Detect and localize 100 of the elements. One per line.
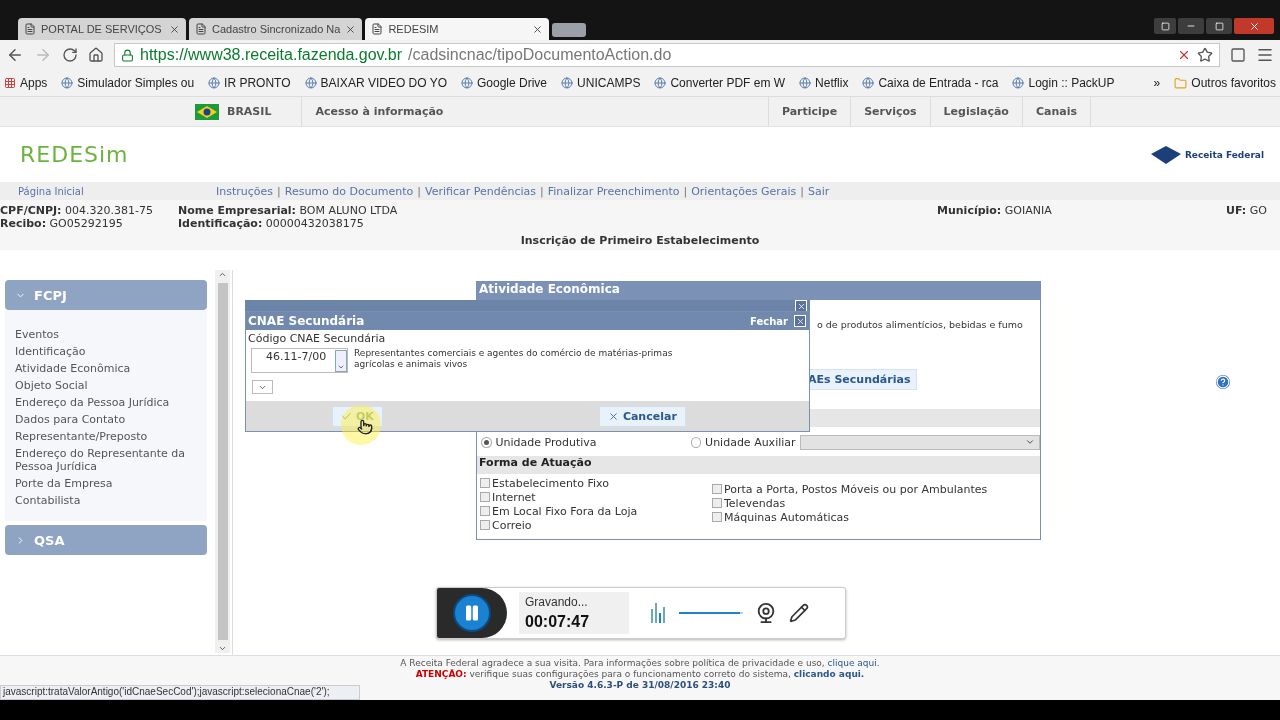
code-field[interactable]: 46.11-7/00 <box>251 348 348 373</box>
sidebar-item[interactable]: Objeto Social <box>5 377 207 394</box>
caret-icon <box>1025 437 1035 447</box>
close-button[interactable] <box>794 315 806 327</box>
pause-button[interactable] <box>453 594 491 632</box>
nav-link[interactable]: Instruções <box>216 184 274 198</box>
minimize-button[interactable] <box>1178 18 1204 34</box>
home-link[interactable]: Página Inicial <box>0 185 216 197</box>
reload-icon[interactable] <box>62 47 78 63</box>
close-icon[interactable] <box>532 23 544 35</box>
bookmark[interactable]: Caixa de Entrada - rca <box>862 76 999 90</box>
bookmark[interactable]: Google Drive <box>461 76 548 90</box>
gov-link[interactable]: Canais <box>1021 96 1090 127</box>
hand-cursor-icon <box>357 419 373 435</box>
pencil-icon[interactable] <box>789 603 809 623</box>
menu-icon[interactable] <box>1256 46 1274 64</box>
bookmark-folder[interactable]: Outros favoritos <box>1174 76 1276 90</box>
user-button[interactable] <box>1154 18 1176 34</box>
close-icon <box>1248 20 1260 32</box>
recording-time: 00:07:47 <box>525 613 591 631</box>
address-bar[interactable]: https://www38.receita.fazenda.gov.br /cadsincnac/tipoDocumentoAction.do <box>114 43 1220 67</box>
bookmark[interactable]: Simulador Simples ou <box>61 76 195 90</box>
footer-text: A Receita Federal agradece a sua visita. Para informações sobre política de privacidade e uso, clique aqui. <box>400 658 880 669</box>
nav-link[interactable]: Finalizar Preenchimento <box>547 184 680 198</box>
separator: | <box>417 184 421 198</box>
checkbox-label: Em Local Fixo Fora da Loja <box>492 504 638 518</box>
bookmark[interactable]: IR PRONTO <box>208 76 291 90</box>
nav-link[interactable]: Verificar Pendências <box>424 184 536 198</box>
section-title: Forma de Atuação <box>477 456 1040 474</box>
separator: | <box>277 184 281 198</box>
settings-link[interactable]: clicando aqui. <box>793 669 865 679</box>
nav-link[interactable]: Sair <box>808 184 830 198</box>
sidebar-item[interactable]: Contabilista <box>5 492 207 509</box>
home-icon[interactable] <box>88 47 104 63</box>
webcam-icon[interactable] <box>755 602 777 624</box>
checkbox[interactable] <box>480 520 490 530</box>
url-host: https://www38.receita.fazenda.gov.br <box>140 46 403 64</box>
dialog-title: CNAE Secundária <box>248 314 365 328</box>
checkbox-label: Máquinas Automáticas <box>724 510 850 524</box>
nav-link[interactable]: Orientações Gerais <box>691 184 797 198</box>
cancel-button[interactable]: Cancelar <box>598 405 686 427</box>
bookmark[interactable]: Apps <box>4 76 48 90</box>
scroll-up-icon[interactable] <box>218 270 227 279</box>
sidebar-item[interactable]: Endereço do Representante da Pessoa Jurídica <box>5 445 207 475</box>
close-button[interactable] <box>795 300 807 312</box>
gov-link[interactable]: Legislação <box>929 96 1022 127</box>
sidebar-item[interactable]: Endereço da Pessoa Jurídica <box>5 394 207 411</box>
click-highlight <box>341 405 381 445</box>
checkbox[interactable] <box>712 484 722 494</box>
scroll-down-icon[interactable] <box>218 644 227 653</box>
url-path: /cadsincnac/tipoDocumentoAction.do <box>408 46 673 64</box>
sidebar-item[interactable]: Porte da Empresa <box>5 475 207 492</box>
info-field: Identificação: 00000432038175 <box>178 217 937 230</box>
checkbox[interactable] <box>480 478 490 488</box>
close-link[interactable]: Fechar <box>750 315 788 327</box>
sidebar-item[interactable]: Identificação <box>5 343 207 360</box>
checkbox[interactable] <box>712 512 722 522</box>
gov-link[interactable]: Participe <box>767 96 851 127</box>
bookmark[interactable]: Login :: PackUP <box>1012 76 1115 90</box>
browser-tab[interactable]: Cadastro Sincronizado Na <box>189 18 363 40</box>
checkbox[interactable] <box>480 506 490 516</box>
sidebar-item[interactable]: Eventos <box>5 326 207 343</box>
gov-link[interactable]: Serviços <box>850 96 930 127</box>
close-icon[interactable] <box>345 23 357 35</box>
radio-label: Unidade Auxiliar <box>705 435 796 449</box>
footer-warning: ATENÇÃO: verifique suas configurações para o funcionamento correto do sistema, clicando aqui. <box>415 669 865 680</box>
recording-status: Gravando... <box>525 595 589 609</box>
sidebar-item[interactable]: Dados para Contato <box>5 411 207 428</box>
privacy-link[interactable]: clique aqui. <box>827 658 880 668</box>
checkbox[interactable] <box>480 492 490 502</box>
close-icon[interactable] <box>169 23 180 35</box>
close-icon[interactable] <box>1177 48 1191 62</box>
sidebar-item[interactable]: Atividade Econômica <box>5 360 207 377</box>
maximize-button[interactable] <box>1206 18 1232 34</box>
bookmark[interactable]: UNICAMPS <box>561 76 641 90</box>
bookmark[interactable]: BAIXAR VIDEO DO YO <box>304 76 447 90</box>
browser-tab[interactable]: REDESIM <box>365 18 550 40</box>
nav-link[interactable]: Resumo do Documento <box>284 184 414 198</box>
checkbox-label: Televendas <box>724 496 786 510</box>
close-icon <box>607 410 619 422</box>
scrollbar[interactable] <box>215 270 230 653</box>
browser-tab[interactable]: PORTAL DE SERVIÇOS <box>18 18 186 40</box>
star-icon[interactable] <box>1197 47 1213 63</box>
access-link[interactable]: Acesso à informação <box>301 96 457 127</box>
more-bookmarks[interactable]: » <box>1153 76 1161 90</box>
new-tab-button[interactable] <box>552 23 587 37</box>
bookmark[interactable]: Netflix <box>799 76 849 90</box>
radio-button[interactable] <box>690 436 702 448</box>
globe-icon <box>1012 77 1025 89</box>
radio-button[interactable] <box>481 436 492 448</box>
help-icon[interactable] <box>1216 375 1230 389</box>
check-icon <box>341 410 352 422</box>
checkbox[interactable] <box>712 498 722 508</box>
back-icon[interactable] <box>6 46 24 64</box>
sidebar-item[interactable]: Representante/Preposto <box>5 428 207 445</box>
separator: | <box>540 184 544 198</box>
apps-icon <box>4 77 16 89</box>
globe-icon <box>654 77 667 89</box>
audio-level-icon <box>651 603 667 623</box>
bookmark[interactable]: Converter PDF em W <box>654 76 786 90</box>
